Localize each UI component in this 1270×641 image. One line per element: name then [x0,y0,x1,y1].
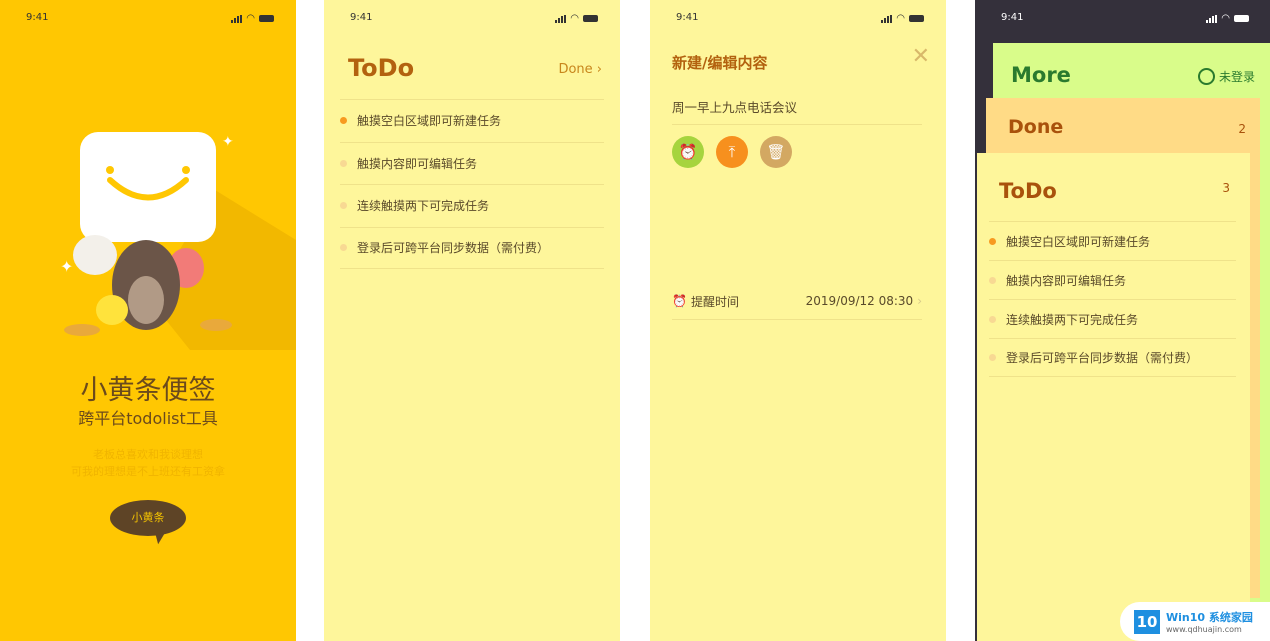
alarm-icon: ⏰ [678,143,698,161]
list-item[interactable]: 触摸内容即可编辑任务 [989,260,1236,299]
content-input[interactable]: 周一早上九点电话会议 [672,88,922,125]
item-text: 登录后可跨平台同步数据（需付费） [357,241,550,256]
pin-top-button[interactable]: ⤒ [716,136,748,168]
mascot-illustration: ✦✦ [60,132,296,350]
item-text: 触摸内容即可编辑任务 [1006,273,1127,288]
bullet-icon [989,276,996,284]
page-title: ToDo [348,54,415,82]
bullet-icon [989,315,996,323]
svg-text:✦: ✦ [60,257,73,276]
bullet-icon [340,117,347,125]
user-icon [1197,68,1215,85]
battery-icon [909,15,924,22]
remind-time-row[interactable]: ⏰ 提醒时间 2019/09/12 08:30 › [672,283,922,320]
item-text: 触摸空白区域即可新建任务 [357,114,502,129]
editor-screen: 9:41 ◠ 新建/编辑内容 ✕ 周一早上九点电话会议 ⏰ ⤒ 🗑 ⏰ 提醒时间 20… [650,0,946,641]
chevron-right-icon: › [596,62,602,77]
app-subtitle: 跨平台todolist工具 [78,409,218,428]
app-title: 小黄条便签 [80,375,216,406]
close-icon[interactable]: ✕ [912,44,930,69]
list-item[interactable]: 连续触摸两下可完成任务 [989,299,1236,338]
signal-icon [555,14,567,23]
remind-value: 2019/09/12 08:30 [805,294,914,308]
todo-list: 触摸空白区域即可新建任务 触摸内容即可编辑任务 连续触摸两下可完成任务登录后可跨平台… [989,221,1236,377]
splash-screen: 9:41 ◠ ✦ ✦ 小黄条便签 跨平台todolist工具 老板总喜欢和我谈理想可… [0,0,296,641]
trash-button[interactable]: 🗑 [760,136,792,168]
battery-icon [1234,15,1249,22]
start-button[interactable]: 小黄条 [110,500,186,536]
todo-count: 3 [1222,181,1230,195]
done-link[interactable]: Done › [558,62,602,77]
list-item[interactable]: 触摸空白区域即可新建任务 [340,99,604,142]
battery-icon [583,15,598,22]
wifi-icon: ◠ [246,13,255,24]
todo-list: 触摸空白区域即可新建任务 触摸内容即可编辑任务 连续触摸两下可完成任务登录后可跨平台… [340,99,604,269]
item-text: 登录后可跨平台同步数据（需付费） [1006,351,1199,365]
wifi-icon: ◠ [1221,13,1230,24]
list-item[interactable]: 登录后可跨平台同步数据（需付费） [340,226,604,269]
bullet-icon [989,354,996,361]
item-text: 连续触摸两下可完成任务 [357,199,490,214]
pin-top-icon: ⤒ [728,143,736,161]
bullet-icon [989,237,996,245]
todo-card[interactable]: ToDo 3 触摸空白区域即可新建任务 触摸内容即可编辑任务 连续触摸两下可完成任务… [977,153,1250,641]
slogan: 老板总喜欢和我谈理想 可我的理想是不上班还有工资拿 [71,448,225,478]
bullet-icon [340,244,347,252]
list-item[interactable]: 触摸空白区域即可新建任务 [989,221,1236,260]
status-bar: 9:41 ◠ [650,12,946,26]
login-button[interactable]: 未登录 [1197,68,1255,85]
action-buttons: ⏰ ⤒ 🗑 [672,136,792,168]
svg-text:✦: ✦ [222,134,234,150]
battery-icon [259,15,274,22]
wifi-icon: ◠ [896,13,905,24]
signal-icon [881,14,893,23]
item-text: 触摸空白区域即可新建任务 [1006,234,1151,249]
trash-icon: 🗑 [766,143,786,161]
bullet-icon [340,159,347,167]
todo-screen: 9:41 ◠ ToDo Done › 触摸空白区域即可新建任务 触摸内容即可编辑任务… [324,0,620,641]
item-text: 连续触摸两下可完成任务 [1006,312,1139,327]
done-count: 2 [1238,122,1246,136]
wifi-icon: ◠ [570,13,579,24]
status-bar: 9:41 ◠ [975,12,1270,26]
signal-icon [1206,14,1218,23]
stack-screen: 9:41 ◠ More 未登录 Done 2 ToDo 3 触摸空白区域即可新建任… [975,0,1270,641]
item-text: 触摸内容即可编辑任务 [357,156,478,171]
status-bar: 9:41 ◠ [0,12,296,26]
alarm-icon: ⏰ [672,294,687,308]
signal-icon [231,14,243,23]
list-item[interactable]: 登录后可跨平台同步数据（需付费） [989,338,1236,377]
alarm-button[interactable]: ⏰ [672,136,704,168]
editor-title: 新建/编辑内容 [672,54,768,72]
list-item[interactable]: 触摸内容即可编辑任务 [340,141,604,185]
watermark: 10 Win10 系统家园 www.qdhuajin.com [1120,602,1270,641]
bullet-icon [340,202,347,210]
list-item[interactable]: 连续触摸两下可完成任务 [340,184,604,227]
status-bar: 9:41 ◠ [324,12,620,26]
chevron-right-icon: › [917,294,922,308]
